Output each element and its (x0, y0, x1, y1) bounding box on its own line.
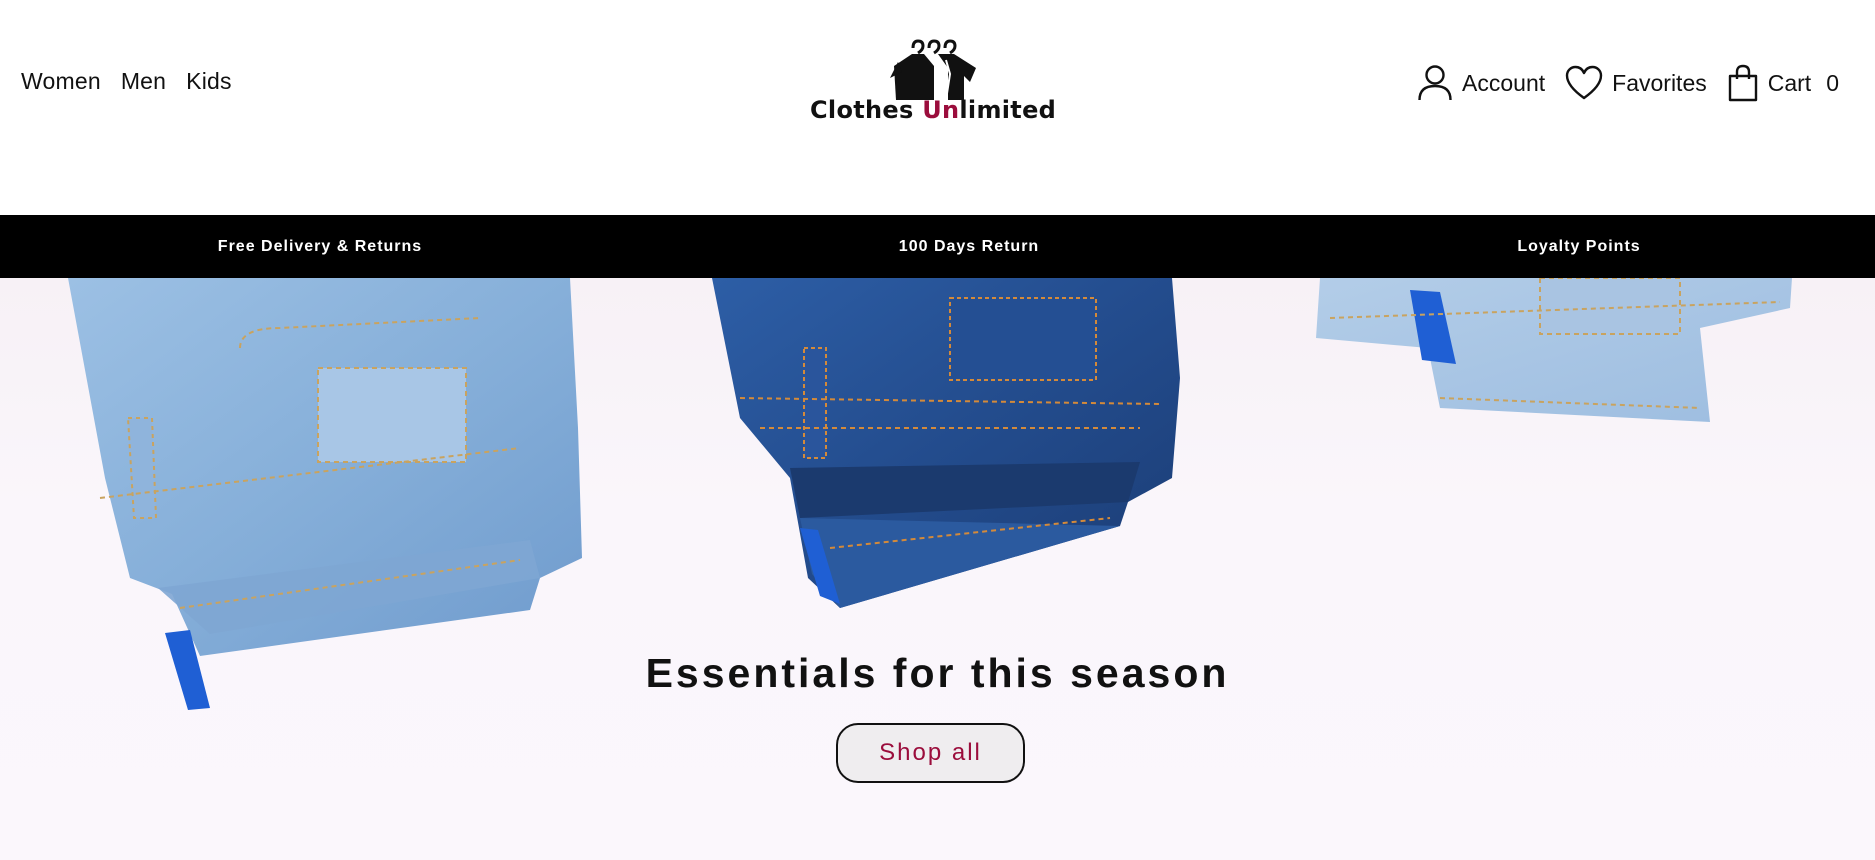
category-nav: Women Men Kids (21, 68, 232, 95)
user-actions: Account Favorites Cart 0 (1417, 64, 1839, 102)
brand-name-part2: limited (959, 96, 1057, 124)
brand-wordmark: Clothes Unlimited (810, 96, 1056, 124)
shopping-bag-icon (1727, 64, 1759, 102)
favorites-link[interactable]: Favorites (1565, 65, 1707, 101)
promo-bar: Free Delivery & Returns 100 Days Return … (0, 215, 1875, 278)
account-label: Account (1462, 69, 1546, 96)
account-link[interactable]: Account (1417, 64, 1545, 102)
brand-logo[interactable]: Clothes Unlimited (810, 38, 1056, 130)
cart-link[interactable]: Cart 0 (1727, 64, 1839, 102)
nav-link-men[interactable]: Men (121, 68, 166, 95)
brand-name-accent: Un (922, 96, 960, 124)
promo-100-days-return: 100 Days Return (898, 238, 1040, 255)
hero-banner: Essentials for this season Shop all (0, 278, 1875, 860)
cart-count: 0 (1826, 69, 1839, 96)
site-header: Women Men Kids Clothes Unlimited Account… (0, 0, 1875, 215)
promo-free-delivery: Free Delivery & Returns (217, 238, 423, 255)
cart-label: Cart (1767, 69, 1812, 96)
shop-all-button[interactable]: Shop all (836, 723, 1025, 783)
promo-loyalty-points: Loyalty Points (1517, 238, 1641, 255)
nav-link-women[interactable]: Women (21, 68, 101, 95)
nav-link-kids[interactable]: Kids (186, 68, 232, 95)
user-icon (1417, 64, 1453, 102)
hero-title: Essentials for this season (645, 650, 1230, 696)
hanger-clothes-icon (890, 39, 976, 100)
favorites-label: Favorites (1612, 69, 1707, 96)
brand-name-part1: Clothes (810, 96, 923, 124)
heart-icon (1565, 65, 1603, 101)
